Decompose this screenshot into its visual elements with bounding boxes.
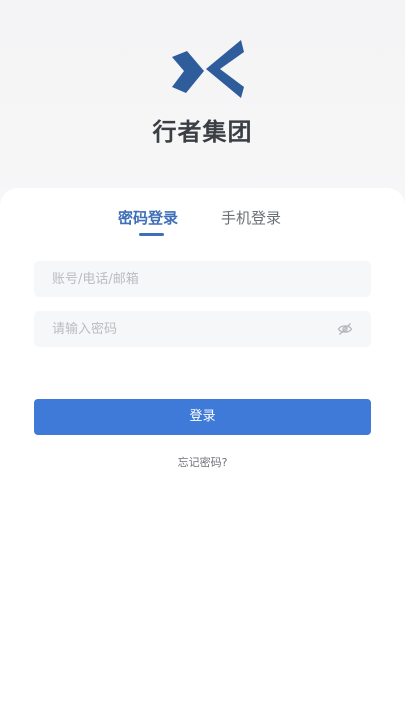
header: 行者集团 [0,0,405,200]
tab-phone-login[interactable]: 手机登录 [221,208,281,228]
login-button[interactable]: 登录 [34,399,371,435]
account-input[interactable] [34,261,371,297]
account-field [34,261,371,297]
tab-password-login[interactable]: 密码登录 [118,208,178,228]
password-field [34,311,371,347]
login-card: 密码登录 手机登录 登录 忘记密码? [0,188,405,720]
password-input[interactable] [34,311,371,347]
active-tab-indicator [139,233,164,236]
eye-hidden-icon[interactable] [337,322,353,336]
forgot-password-link[interactable]: 忘记密码? [0,454,405,470]
chevron-cross-logo-icon [168,38,248,100]
brand-name: 行者集团 [152,118,253,146]
